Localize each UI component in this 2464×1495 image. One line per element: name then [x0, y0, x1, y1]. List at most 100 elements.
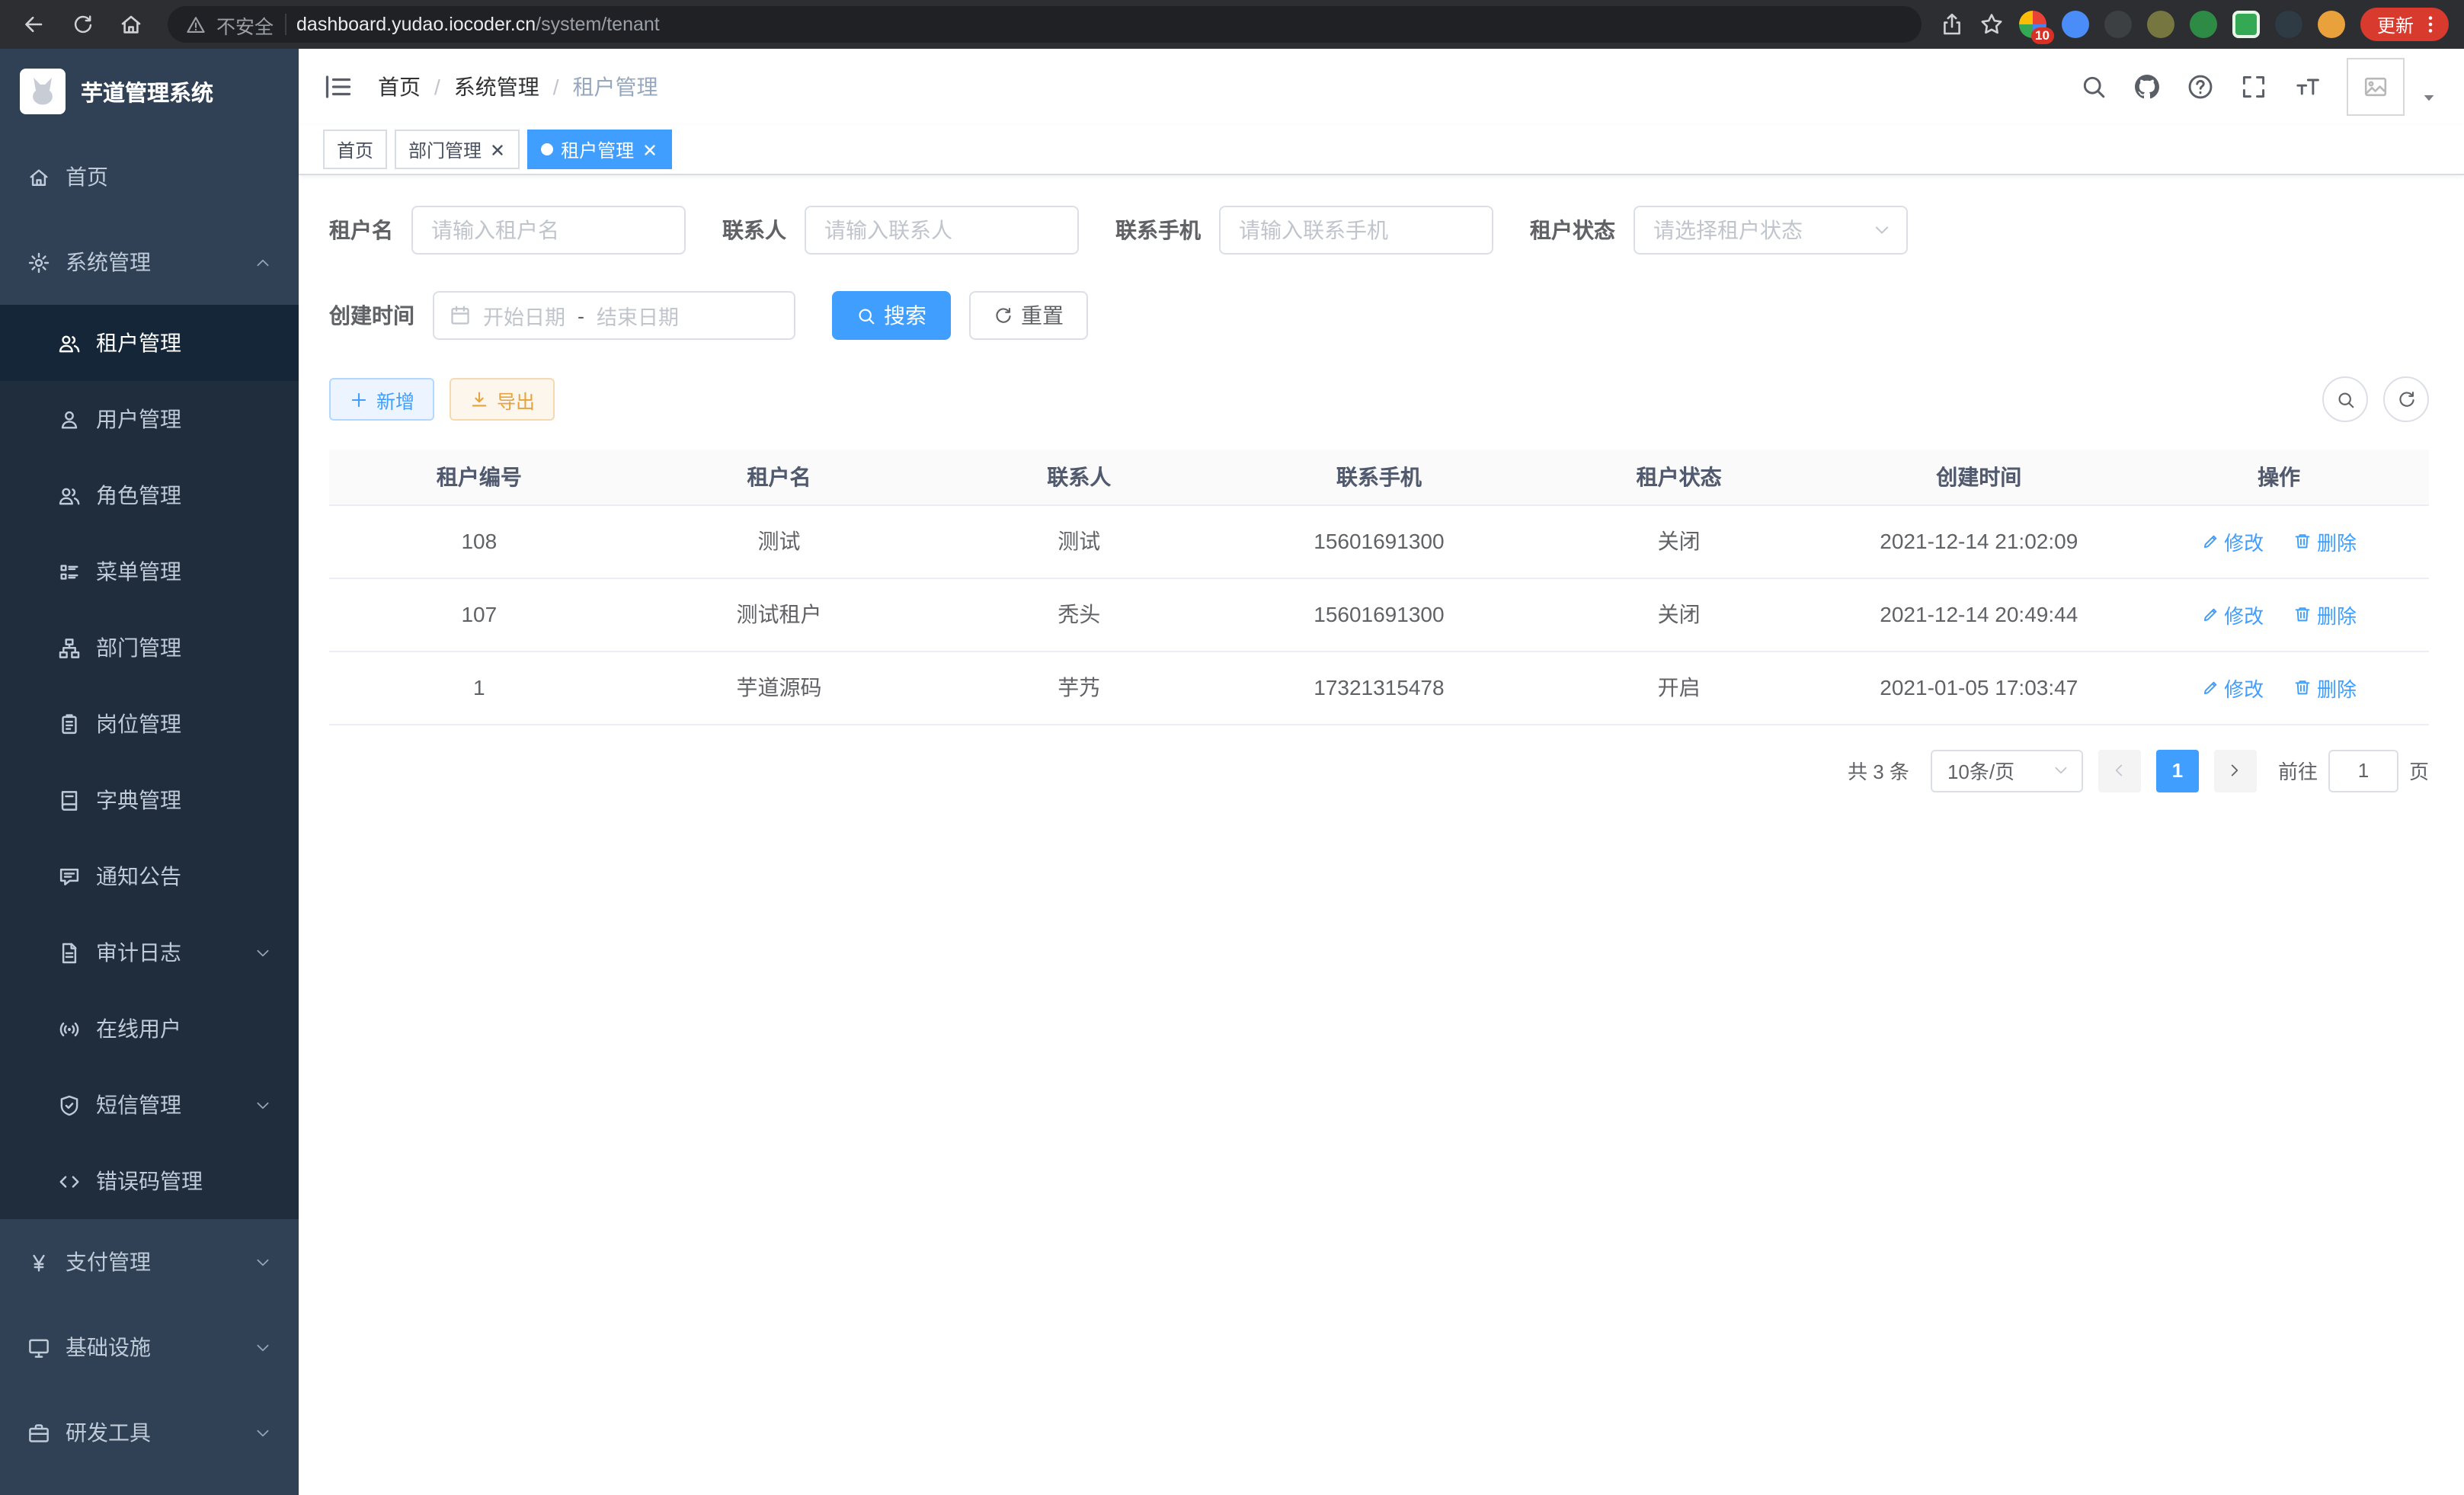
sidebar-item-infra[interactable]: 基础设施	[0, 1305, 299, 1390]
url-path: /system/tenant	[536, 14, 660, 35]
bookmark-star-icon[interactable]	[1979, 12, 2004, 37]
browser-reload-button[interactable]	[64, 6, 101, 43]
phone-input[interactable]	[1219, 206, 1493, 255]
select-placeholder: 请选择租户状态	[1653, 215, 1803, 245]
page-number-button[interactable]: 1	[2156, 749, 2199, 792]
sidebar-item-label: 基础设施	[66, 1332, 151, 1362]
contact-input[interactable]	[805, 206, 1079, 255]
filter-row-1: 租户名 联系人 联系手机 租户状态 请选择租户状态	[329, 206, 2429, 255]
close-icon[interactable]	[642, 141, 658, 158]
sidebar-item-notice[interactable]: 通知公告	[0, 838, 299, 914]
share-icon[interactable]	[1940, 12, 1964, 37]
avatar[interactable]	[2347, 58, 2405, 116]
pagination-total: 共 3 条	[1848, 756, 1909, 785]
delete-button[interactable]: 删除	[2294, 527, 2357, 555]
sidebar-item-errorcode[interactable]: 错误码管理	[0, 1143, 299, 1219]
prev-page-button[interactable]	[2098, 749, 2141, 792]
cell-created: 2021-12-14 20:49:44	[1829, 578, 2129, 651]
fullscreen-icon[interactable]	[2240, 73, 2267, 101]
refresh-table-button[interactable]	[2383, 376, 2429, 422]
sidebar-item-auditlog[interactable]: 审计日志	[0, 914, 299, 991]
tenant-name-input[interactable]	[411, 206, 686, 255]
reset-button[interactable]: 重置	[969, 291, 1088, 340]
chevron-up-icon	[254, 254, 271, 271]
browser-menu-icon[interactable]	[2420, 14, 2441, 35]
sidebar-item-system[interactable]: 系统管理	[0, 219, 299, 305]
browser-home-button[interactable]	[113, 6, 149, 43]
sidebar-item-online[interactable]: 在线用户	[0, 991, 299, 1067]
breadcrumb-item[interactable]: 系统管理	[454, 72, 539, 102]
cell-tenant-id: 1	[329, 651, 629, 724]
edit-button[interactable]: 修改	[2201, 673, 2264, 702]
delete-button[interactable]: 删除	[2294, 600, 2357, 629]
extension-icon[interactable]	[2190, 11, 2217, 38]
goto-label: 前往	[2278, 756, 2318, 785]
logo[interactable]: 芋道管理系统	[0, 49, 299, 134]
sidebar-item-menu[interactable]: 菜单管理	[0, 533, 299, 610]
help-icon[interactable]	[2187, 73, 2214, 101]
github-icon[interactable]	[2133, 73, 2161, 101]
sidebar-item-dept[interactable]: 部门管理	[0, 610, 299, 686]
search-icon[interactable]	[2080, 73, 2107, 101]
search-button[interactable]: 搜索	[832, 291, 951, 340]
close-icon[interactable]	[489, 141, 506, 158]
sidebar-item-pay[interactable]: 支付管理	[0, 1219, 299, 1305]
tags-view: 首页 部门管理 租户管理	[299, 125, 2464, 175]
pagination: 共 3 条 10条/页 1 前往 页	[329, 749, 2429, 792]
filter-create-time: 创建时间 开始日期 - 结束日期	[329, 291, 795, 340]
browser-update-button[interactable]: 更新	[2360, 8, 2449, 41]
date-range-picker[interactable]: 开始日期 - 结束日期	[433, 291, 795, 340]
extension-icon[interactable]	[2318, 11, 2345, 38]
tab-label: 租户管理	[561, 136, 634, 162]
tab-dept[interactable]: 部门管理	[395, 130, 520, 169]
export-button[interactable]: 导出	[450, 378, 555, 421]
goto-page-input[interactable]	[2328, 749, 2398, 792]
caret-down-icon[interactable]	[2421, 90, 2437, 105]
breadcrumb-item[interactable]: 首页	[378, 72, 421, 102]
delete-button[interactable]: 删除	[2294, 673, 2357, 702]
extension-icon[interactable]	[2062, 11, 2089, 38]
gear-icon	[27, 251, 50, 274]
cell-tenant-id: 108	[329, 504, 629, 578]
next-page-button[interactable]	[2214, 749, 2257, 792]
chevron-down-icon	[2053, 762, 2069, 779]
extension-icon[interactable]: 10	[2019, 11, 2046, 38]
screen: 不安全 dashboard.yudao.iocoder.cn/system/te…	[0, 0, 2464, 1495]
extension-icon[interactable]	[2147, 11, 2174, 38]
page-size-select[interactable]: 10条/页	[1931, 749, 2083, 792]
edit-button[interactable]: 修改	[2201, 527, 2264, 555]
trash-icon	[2294, 678, 2312, 696]
browser-back-button[interactable]	[15, 6, 52, 43]
add-button[interactable]: 新增	[329, 378, 434, 421]
sidebar-item-role[interactable]: 角色管理	[0, 457, 299, 533]
sidebar-item-label: 通知公告	[96, 861, 181, 892]
sidebar-collapse-icon[interactable]	[323, 72, 354, 102]
edit-button[interactable]: 修改	[2201, 600, 2264, 629]
column-header: 租户名	[629, 450, 930, 504]
sidebar-item-label: 在线用户	[96, 1013, 181, 1044]
sidebar-item-sms[interactable]: 短信管理	[0, 1067, 299, 1143]
cell-status: 关闭	[1529, 578, 1829, 651]
sidebar-item-devtools[interactable]: 研发工具	[0, 1390, 299, 1475]
delete-label: 删除	[2317, 600, 2357, 629]
chevron-down-icon	[254, 1339, 271, 1356]
sidebar-item-tenant[interactable]: 租户管理	[0, 305, 299, 381]
cell-phone: 15601691300	[1229, 504, 1529, 578]
sidebar-item-post[interactable]: 岗位管理	[0, 686, 299, 762]
extension-icon[interactable]	[2104, 11, 2132, 38]
sidebar-item-user[interactable]: 用户管理	[0, 381, 299, 457]
cell-operations: 修改 删除	[2129, 504, 2429, 578]
extension-icon[interactable]	[2232, 11, 2260, 38]
pagination-goto: 前往 页	[2278, 749, 2429, 792]
tab-tenant[interactable]: 租户管理	[527, 130, 672, 169]
sidebar-item-dict[interactable]: 字典管理	[0, 762, 299, 838]
toggle-search-button[interactable]	[2322, 376, 2368, 422]
briefcase-icon	[27, 1421, 50, 1444]
sidebar-item-home[interactable]: 首页	[0, 134, 299, 219]
extension-icon[interactable]	[2275, 11, 2302, 38]
tab-home[interactable]: 首页	[323, 130, 387, 169]
address-bar[interactable]: 不安全 dashboard.yudao.iocoder.cn/system/te…	[168, 6, 1922, 43]
tenant-table: 租户编号 租户名 联系人 联系手机 租户状态 创建时间 操作 108 测试	[329, 450, 2429, 725]
font-size-icon[interactable]	[2293, 73, 2321, 101]
status-select[interactable]: 请选择租户状态	[1634, 206, 1908, 255]
